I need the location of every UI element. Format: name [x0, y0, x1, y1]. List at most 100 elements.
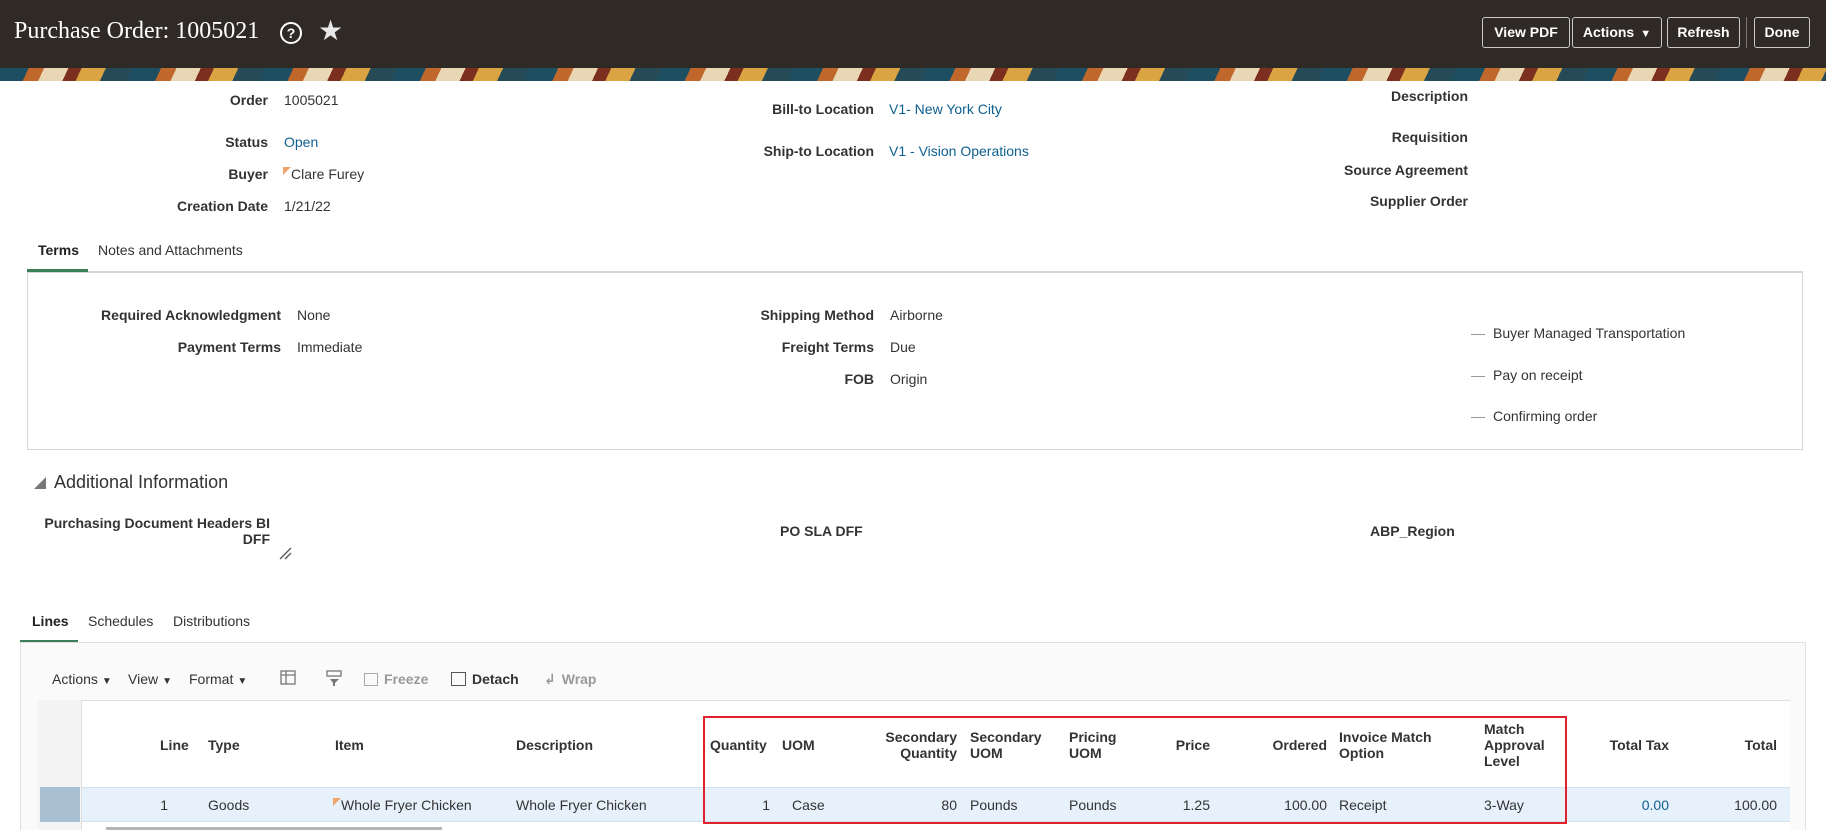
cell-line: 1	[160, 797, 168, 813]
flag-label: Pay on receipt	[1493, 367, 1583, 383]
unchecked-indicator-icon	[1471, 375, 1485, 377]
unchecked-indicator-icon	[1471, 416, 1485, 418]
payment-terms-label: Payment Terms	[177, 339, 281, 355]
order-label: Order	[229, 92, 268, 108]
detach-label: Detach	[472, 671, 519, 687]
wrap-label: Wrap	[561, 671, 597, 687]
cell-item[interactable]: Whole Fryer Chicken	[333, 797, 472, 813]
column-header-description[interactable]: Description	[516, 737, 593, 753]
freight-terms-label: Freight Terms	[781, 339, 874, 355]
cell-item-value: Whole Fryer Chicken	[341, 797, 472, 813]
column-settings-icon[interactable]	[278, 668, 298, 688]
change-flag-icon	[283, 167, 291, 175]
bill-to-value[interactable]: V1- New York City	[889, 101, 1002, 117]
required-ack-label: Required Acknowledgment	[101, 307, 281, 323]
tab-schedules[interactable]: Schedules	[88, 613, 153, 629]
star-icon[interactable]: ★	[318, 16, 343, 46]
view-pdf-label: View PDF	[1494, 24, 1558, 40]
flag-label: Confirming order	[1493, 408, 1598, 424]
dff2-label: PO SLA DFF	[780, 523, 863, 539]
cell-type: Goods	[208, 797, 250, 813]
payment-terms-value: Immediate	[297, 339, 363, 355]
toolbar-view-label: View	[128, 671, 159, 687]
column-header-total[interactable]: Total	[1700, 737, 1777, 753]
wrap-button[interactable]: ↲ Wrap	[544, 671, 596, 688]
bill-to-label: Bill-to Location	[772, 101, 874, 117]
buyer-value: Clare Furey	[291, 166, 365, 182]
column-header-line[interactable]: Line	[160, 737, 189, 753]
column-header-item[interactable]: Item	[335, 737, 364, 753]
requisition-label: Requisition	[1391, 129, 1468, 145]
chevron-down-icon: ▼	[1640, 28, 1652, 40]
dff1-label-line1: Purchasing Document Headers BI	[44, 515, 270, 531]
flag-label: Buyer Managed Transportation	[1493, 325, 1686, 341]
page-title: Purchase Order: 1005021	[14, 18, 260, 44]
collapse-triangle-icon[interactable]	[34, 477, 46, 489]
change-flag-icon	[333, 798, 341, 806]
view-pdf-button[interactable]: View PDF	[1482, 17, 1570, 48]
actions-label: Actions	[1582, 24, 1635, 40]
freeze-label: Freeze	[384, 671, 429, 687]
chevron-down-icon: ▼	[237, 676, 248, 687]
tab-terms[interactable]: Terms	[38, 242, 79, 258]
creation-date-value: 1/21/22	[284, 198, 331, 214]
help-icon[interactable]: ?	[280, 22, 302, 44]
status-value[interactable]: Open	[284, 134, 318, 150]
order-value: 1005021	[284, 92, 339, 108]
row-selector[interactable]	[40, 787, 80, 822]
creation-date-label: Creation Date	[176, 198, 268, 214]
wrap-icon: ↲	[544, 671, 556, 687]
buyer-field[interactable]: Clare Furey	[283, 166, 364, 182]
toolbar-format-label: Format	[189, 671, 234, 687]
toolbar-actions-menu[interactable]: Actions ▼	[52, 671, 112, 687]
tab-notes-attachments[interactable]: Notes and Attachments	[98, 242, 243, 258]
toolbar-actions-label: Actions	[52, 671, 98, 687]
unchecked-indicator-icon	[1471, 333, 1485, 335]
shipping-method-value: Airborne	[890, 307, 943, 323]
ship-to-value[interactable]: V1 - Vision Operations	[889, 143, 1029, 159]
ship-to-label: Ship-to Location	[763, 143, 874, 159]
refresh-label: Refresh	[1677, 24, 1730, 40]
dff1-label: Purchasing Document Headers BI DFF	[30, 515, 270, 547]
resize-handle-icon[interactable]	[278, 546, 292, 560]
done-button[interactable]: Done	[1754, 17, 1810, 48]
toolbar-view-menu[interactable]: View ▼	[128, 671, 172, 687]
freeze-button[interactable]: Freeze	[364, 671, 428, 687]
header-separator	[1746, 17, 1747, 48]
chevron-down-icon: ▼	[101, 676, 112, 687]
status-label: Status	[225, 134, 268, 150]
dff3-label: ABP_Region	[1370, 523, 1455, 539]
source-agreement-label: Source Agreement	[1344, 162, 1468, 178]
required-ack-value: None	[297, 307, 331, 323]
tab-distributions[interactable]: Distributions	[173, 613, 250, 629]
detach-icon	[451, 672, 466, 686]
freeze-icon	[364, 673, 378, 686]
fob-label: FOB	[844, 371, 874, 387]
description-label: Description	[1390, 88, 1468, 104]
freight-terms-value: Due	[890, 339, 916, 355]
tab-lines[interactable]: Lines	[32, 613, 69, 629]
cell-total: 100.00	[1734, 797, 1777, 813]
chevron-down-icon: ▼	[162, 676, 172, 687]
column-header-type[interactable]: Type	[208, 737, 240, 753]
detach-button[interactable]: Detach	[451, 671, 519, 687]
done-label: Done	[1764, 24, 1800, 40]
refresh-button[interactable]: Refresh	[1667, 17, 1740, 48]
flag-buyer-managed: Buyer Managed Transportation	[1471, 325, 1685, 341]
fob-value: Origin	[890, 371, 928, 387]
column-header-total-tax[interactable]: Total Tax	[1580, 737, 1669, 753]
additional-information-title[interactable]: Additional Information	[54, 472, 228, 493]
flag-pay-on-receipt: Pay on receipt	[1471, 367, 1583, 383]
annotation-highlight-box	[703, 716, 1567, 824]
flag-confirming-order: Confirming order	[1471, 408, 1597, 424]
cell-description: Whole Fryer Chicken	[516, 797, 647, 813]
buyer-label: Buyer	[228, 166, 268, 182]
actions-button[interactable]: Actions ▼	[1572, 17, 1662, 48]
toolbar-format-menu[interactable]: Format ▼	[189, 671, 247, 687]
header-banner	[0, 68, 1826, 81]
shipping-method-label: Shipping Method	[760, 307, 874, 323]
supplier-order-label: Supplier Order	[1369, 193, 1468, 209]
query-by-example-icon[interactable]	[324, 668, 344, 688]
cell-total-tax[interactable]: 0.00	[1600, 797, 1669, 813]
dff1-label-line2: DFF	[242, 531, 270, 547]
